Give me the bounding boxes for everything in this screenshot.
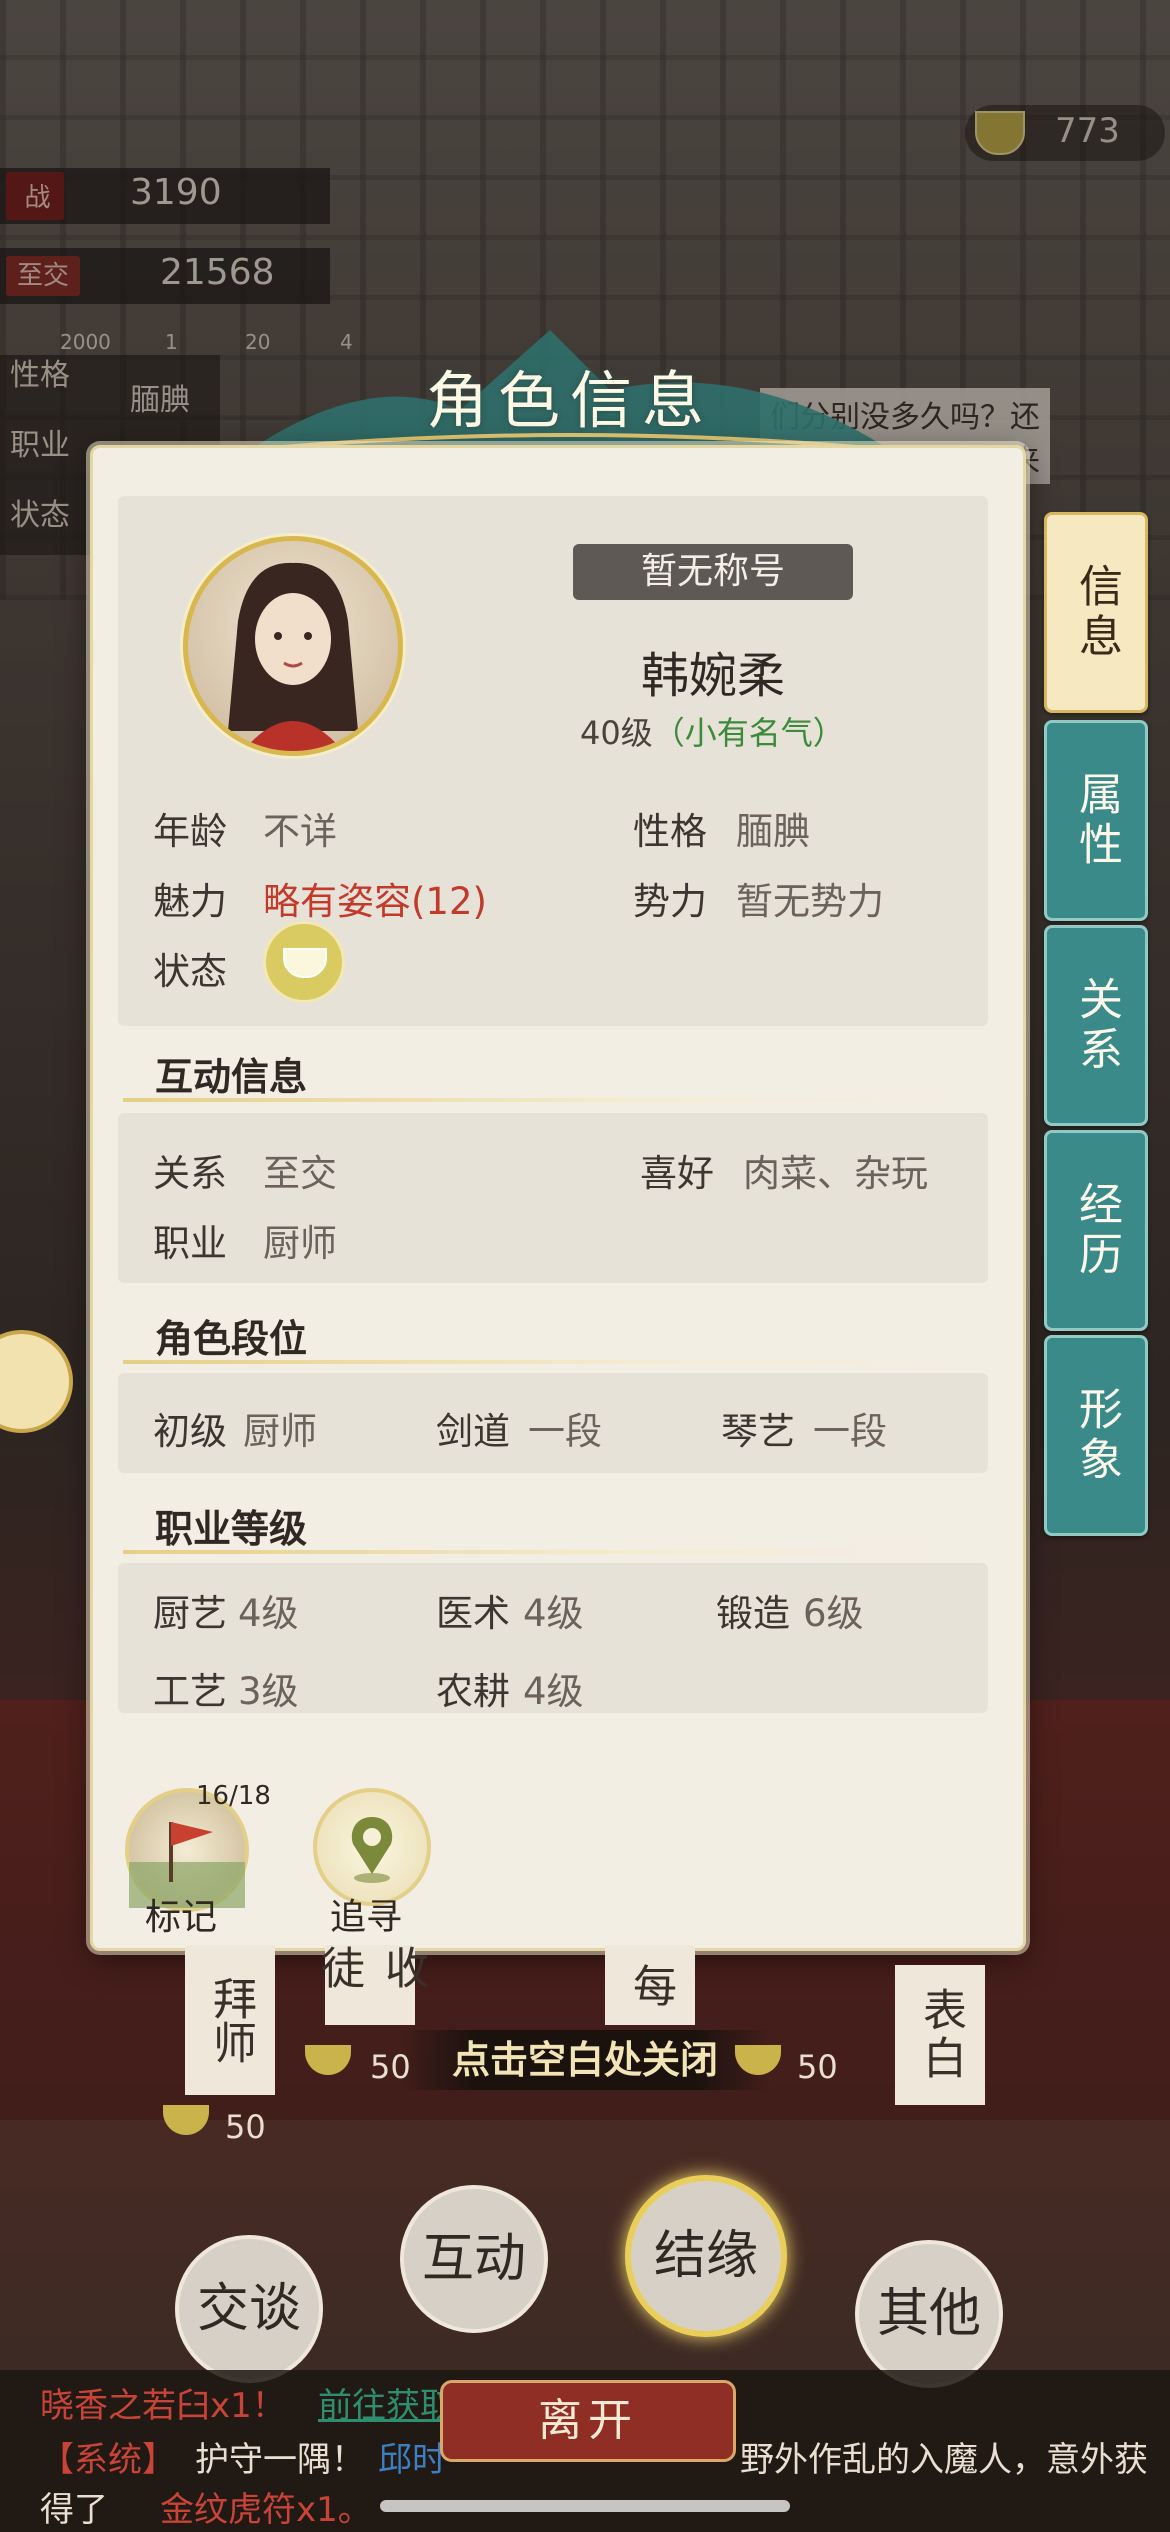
rank-item-value: 厨师: [243, 1410, 317, 1453]
title-banner: 角色信息: [230, 310, 910, 460]
profession-item-label: 农耕: [436, 1670, 510, 1713]
mark-label: 标记: [145, 1897, 218, 1938]
profession-divider: [123, 1550, 973, 1554]
profession-item-value: 6级: [803, 1592, 864, 1635]
profession-item-label: 工艺: [153, 1670, 227, 1713]
log-line-3a: 得了: [40, 2490, 108, 2530]
personality-value: 腼腆: [736, 810, 810, 853]
job-label: 职业: [153, 1222, 227, 1265]
other-button[interactable]: 其他: [855, 2240, 1003, 2388]
log-line-1a: 晓香之若臼x1！: [40, 2386, 286, 2426]
daily-button[interactable]: 每: [605, 1945, 695, 2025]
relation-value: 至交: [263, 1152, 337, 1195]
tab-info[interactable]: 信息: [1044, 512, 1148, 713]
home-indicator[interactable]: [380, 2500, 790, 2512]
profession-panel: 厨艺 4级 医术 4级 锻造 6级 工艺 3级 农耕 4级: [118, 1563, 988, 1713]
tab-appearance[interactable]: 形象: [1044, 1335, 1148, 1536]
cost-value: 50: [225, 2108, 266, 2146]
profession-heading: 职业等级: [155, 1507, 308, 1551]
status-bowl-icon[interactable]: [263, 921, 345, 1003]
rank-item-value: 一段: [528, 1410, 602, 1453]
tab-history[interactable]: 经历: [1044, 1130, 1148, 1331]
talk-button[interactable]: 交谈: [175, 2235, 323, 2383]
hobby-label: 喜好: [640, 1152, 714, 1195]
bond-button[interactable]: 结缘: [625, 2175, 787, 2337]
profession-item-label: 医术: [436, 1592, 510, 1635]
confess-button[interactable]: 表白: [895, 1965, 985, 2105]
character-name: 韩婉柔: [640, 648, 785, 704]
cost-value: 50: [370, 2048, 411, 2086]
rank-item-value: 一段: [813, 1410, 887, 1453]
interaction-divider: [123, 1098, 973, 1102]
faction-label: 势力: [633, 880, 707, 923]
tab-relations[interactable]: 关系: [1044, 925, 1148, 1126]
job-value: 厨师: [263, 1222, 337, 1265]
charm-label: 魅力: [153, 880, 227, 923]
character-portrait: [228, 562, 358, 751]
interaction-heading: 互动信息: [155, 1055, 308, 1099]
faction-value: 暂无势力: [736, 880, 884, 923]
rank-panel: 初级 厨师 剑道 一段 琴艺 一段: [118, 1373, 988, 1473]
profession-item-label: 锻造: [716, 1592, 790, 1635]
dialog-title: 角色信息: [425, 364, 714, 437]
age-label: 年龄: [153, 810, 227, 853]
status-label: 状态: [153, 950, 227, 993]
personality-label: 性格: [633, 810, 707, 853]
profession-item-value: 4级: [523, 1670, 584, 1713]
charm-value: 略有姿容(12): [263, 880, 487, 923]
profession-item-value: 4级: [523, 1592, 584, 1635]
rank-heading: 角色段位: [155, 1317, 308, 1361]
apprentice-button[interactable]: 收徒: [313, 1945, 428, 2025]
rank-item-label: 剑道: [436, 1410, 510, 1453]
profession-item-value: 4级: [238, 1592, 299, 1635]
profession-item-value: 3级: [238, 1670, 299, 1713]
log-item-name[interactable]: 金纹虎符x1。: [160, 2482, 372, 2531]
log-line-2d: 野外作乱的入魔人，意外获: [740, 2440, 1148, 2480]
log-player-name[interactable]: 邱时: [378, 2432, 446, 2481]
profile-panel: 暂无称号 韩婉柔 40级（小有名气） 年龄 不详 性格 腼腆 魅力 略有姿容(1…: [118, 496, 988, 1026]
interact-button[interactable]: 互动: [400, 2185, 548, 2333]
tab-attributes[interactable]: 属性: [1044, 720, 1148, 921]
cost-value: 50: [797, 2048, 838, 2086]
log-line-2b: 护守一隅！: [195, 2440, 365, 2480]
log-link-acquire[interactable]: 前往获取: [318, 2378, 454, 2427]
mark-count: 16/18: [196, 1781, 271, 1811]
honorific-badge: 暂无称号: [573, 544, 853, 600]
character-info-card: 暂无称号 韩婉柔 40级（小有名气） 年龄 不详 性格 腼腆 魅力 略有姿容(1…: [90, 445, 1026, 1951]
master-button[interactable]: 拜师: [185, 1945, 275, 2095]
log-system-tag: 【系统】: [40, 2440, 176, 2480]
avatar[interactable]: [183, 536, 403, 756]
rank-item-label: 琴艺: [721, 1410, 795, 1453]
close-hint: 点击空白处关闭: [400, 2030, 770, 2090]
hobby-value: 肉菜、杂玩: [743, 1152, 928, 1195]
character-level: 40级（小有名气）: [580, 714, 845, 752]
track-label: 追寻: [330, 1897, 403, 1938]
relation-label: 关系: [153, 1152, 227, 1195]
location-pin-icon: [351, 1817, 393, 1883]
age-value: 不详: [263, 810, 337, 853]
profession-item-label: 厨艺: [153, 1592, 227, 1635]
rank-divider: [123, 1360, 973, 1364]
interaction-panel: 关系 至交 喜好 肉菜、杂玩 职业 厨师: [118, 1113, 988, 1283]
fame-text: （小有名气）: [652, 714, 845, 752]
rank-item-label: 初级: [153, 1410, 227, 1453]
leave-button[interactable]: 离开: [440, 2380, 736, 2462]
